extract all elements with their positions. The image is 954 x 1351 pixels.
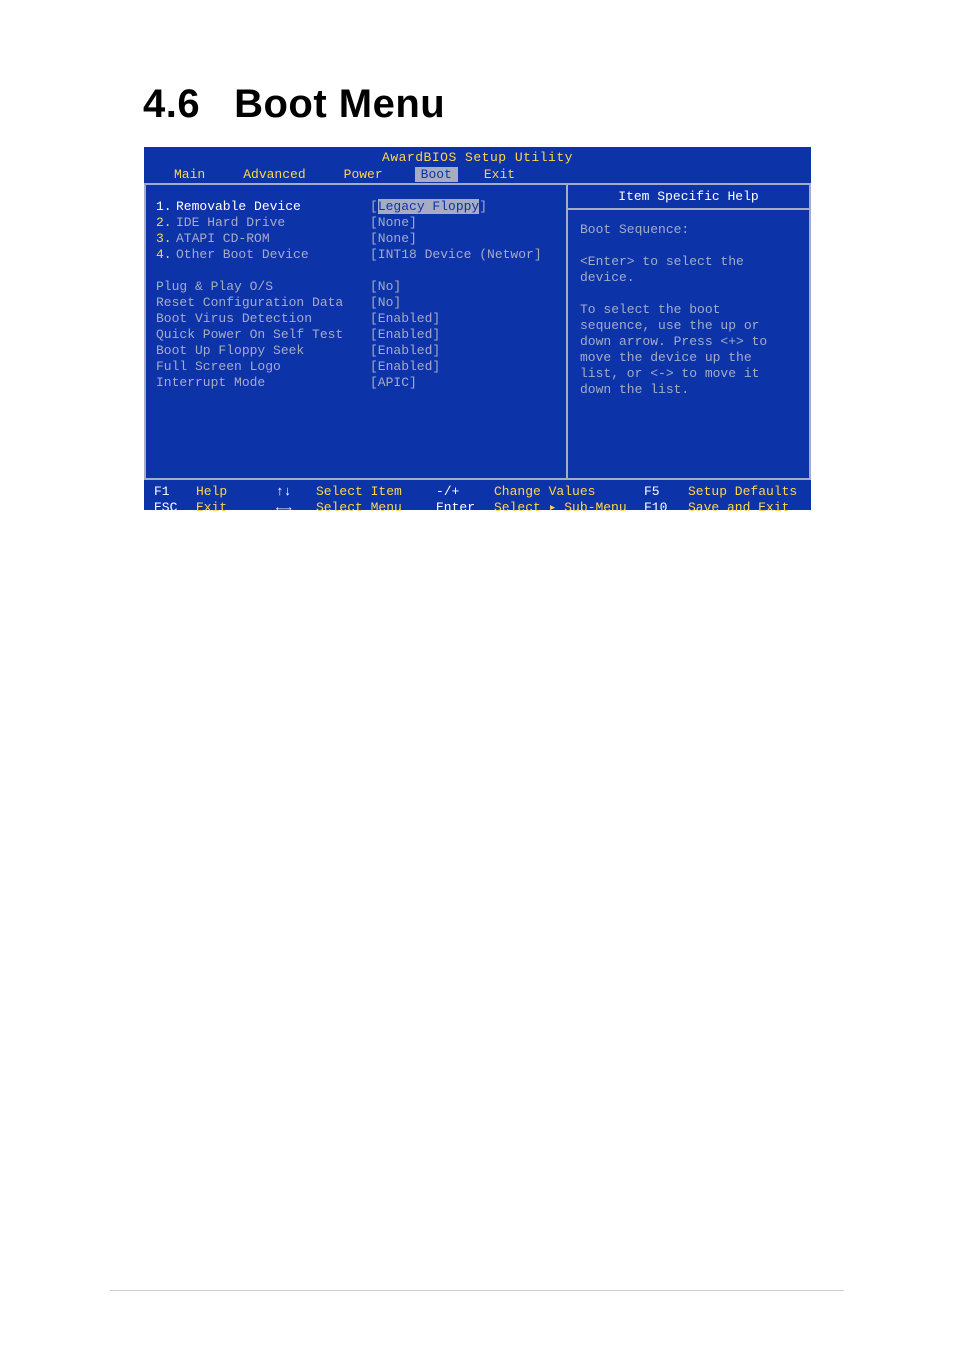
bios-menu-main[interactable]: Main — [174, 167, 205, 182]
bios-menu-advanced[interactable]: Advanced — [243, 167, 305, 182]
section-number: 4.6 — [143, 82, 200, 127]
section-title: Boot Menu — [234, 82, 445, 126]
bios-footer-line1: F1Help ↑↓Select Item -/+Change Values F5… — [154, 484, 801, 500]
bios-body: 1.Removable Device [Legacy Floppy] 2.IDE… — [144, 183, 811, 480]
bios-menu-power[interactable]: Power — [344, 167, 383, 182]
bios-menu-bar: Main Advanced Power Boot Exit — [144, 165, 811, 183]
bios-menu-exit[interactable]: Exit — [484, 167, 515, 182]
bios-option-row[interactable]: Boot Virus Detection [Enabled] — [156, 311, 566, 327]
bios-screenshot: AwardBIOS Setup Utility Main Advanced Po… — [144, 147, 811, 510]
page-footer-rule — [110, 1290, 844, 1291]
bios-settings-list: 1.Removable Device [Legacy Floppy] 2.IDE… — [146, 185, 566, 391]
boot-device-row[interactable]: 1.Removable Device [Legacy Floppy] — [156, 199, 566, 215]
boot-device-row[interactable]: 2.IDE Hard Drive [None] — [156, 215, 566, 231]
bios-help-text: Boot Sequence: <Enter> to select the dev… — [568, 210, 809, 398]
boot-device-row[interactable]: 3.ATAPI CD-ROM [None] — [156, 231, 566, 247]
bios-option-row[interactable]: Plug & Play O/S [No] — [156, 279, 566, 295]
bios-help-panel: Item Specific Help Boot Sequence: <Enter… — [568, 185, 811, 480]
bios-option-row[interactable]: Reset Configuration Data [No] — [156, 295, 566, 311]
bios-left-panel: 1.Removable Device [Legacy Floppy] 2.IDE… — [144, 185, 568, 480]
bios-option-row[interactable]: Quick Power On Self Test [Enabled] — [156, 327, 566, 343]
bios-title: AwardBIOS Setup Utility — [144, 147, 811, 165]
bios-help-title: Item Specific Help — [568, 185, 809, 210]
boot-device-row[interactable]: 4.Other Boot Device [INT18 Device (Netwo… — [156, 247, 566, 263]
section-heading: 4.6 Boot Menu — [143, 82, 445, 127]
bios-option-row[interactable]: Interrupt Mode [APIC] — [156, 375, 566, 391]
bios-option-row[interactable]: Full Screen Logo [Enabled] — [156, 359, 566, 375]
bios-footer: F1Help ↑↓Select Item -/+Change Values F5… — [144, 480, 811, 522]
bios-option-row[interactable]: Boot Up Floppy Seek [Enabled] — [156, 343, 566, 359]
bios-menu-boot[interactable]: Boot — [415, 167, 458, 182]
bios-footer-line2: ESCExit ←→Select Menu EnterSelect ▸ Sub-… — [154, 500, 801, 516]
